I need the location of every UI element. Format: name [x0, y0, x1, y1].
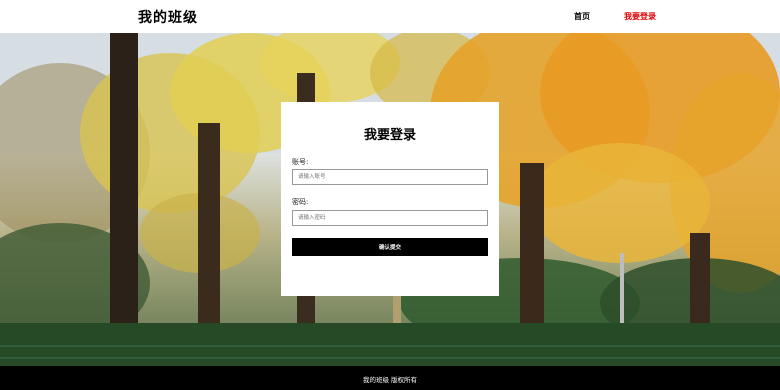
submit-button[interactable]: 确认提交 — [292, 238, 488, 256]
copyright-text: 我的班级 版权所有 — [362, 376, 418, 384]
site-logo: 我的班级 — [138, 10, 198, 26]
login-card: 我要登录 账号: 密码: 确认提交 — [281, 102, 499, 296]
site-header: 我的班级 首页 我要登录 — [0, 0, 780, 33]
password-input[interactable] — [292, 210, 488, 226]
nav-link-home[interactable]: 首页 — [574, 11, 590, 22]
login-title: 我要登录 — [363, 128, 416, 143]
nav-link-login[interactable]: 我要登录 — [624, 11, 656, 22]
site-footer: 我的班级 版权所有 — [0, 366, 780, 390]
password-label: 密码: — [292, 198, 309, 206]
account-input[interactable] — [292, 169, 488, 185]
account-label: 账号: — [292, 158, 309, 166]
